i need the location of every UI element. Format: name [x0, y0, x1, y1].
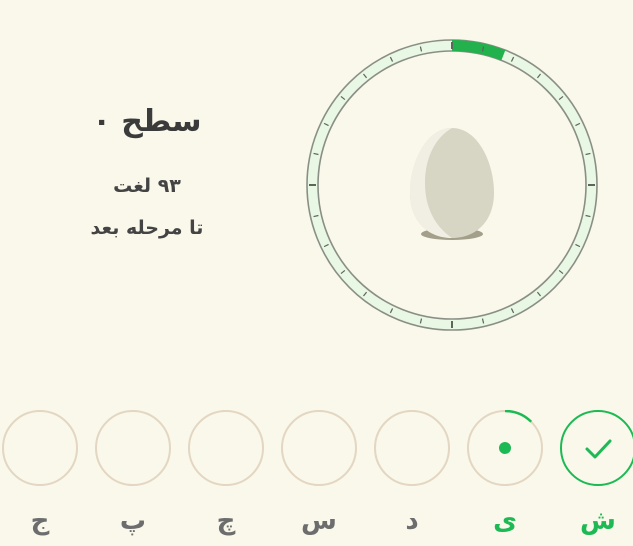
day-circle[interactable]	[467, 410, 543, 486]
day-label: چ	[216, 506, 236, 536]
day-label: ش	[580, 506, 616, 536]
day-circle[interactable]	[95, 410, 171, 486]
level-title: سطح ۰	[92, 104, 202, 139]
progress-ring	[306, 39, 598, 331]
day-circle[interactable]	[374, 410, 450, 486]
day-circle[interactable]	[188, 410, 264, 486]
day-label: س	[301, 506, 337, 536]
day-label: ج	[30, 506, 50, 536]
level-info: سطح ۰ ۹۳ لغت تا مرحله بعد	[62, 96, 232, 239]
day-label: ی	[493, 506, 517, 536]
day-circle[interactable]	[560, 410, 633, 486]
day-circle[interactable]	[281, 410, 357, 486]
word-count: ۹۳ لغت	[113, 175, 181, 197]
current-day-indicator	[499, 410, 533, 454]
day-circle[interactable]	[2, 410, 78, 486]
weekday-streak-row: شیدسچپج	[0, 410, 633, 546]
day-label: د	[405, 506, 419, 536]
check-icon	[585, 439, 612, 459]
day-label: پ	[119, 506, 147, 536]
next-stage-label: تا مرحله بعد	[90, 217, 204, 239]
